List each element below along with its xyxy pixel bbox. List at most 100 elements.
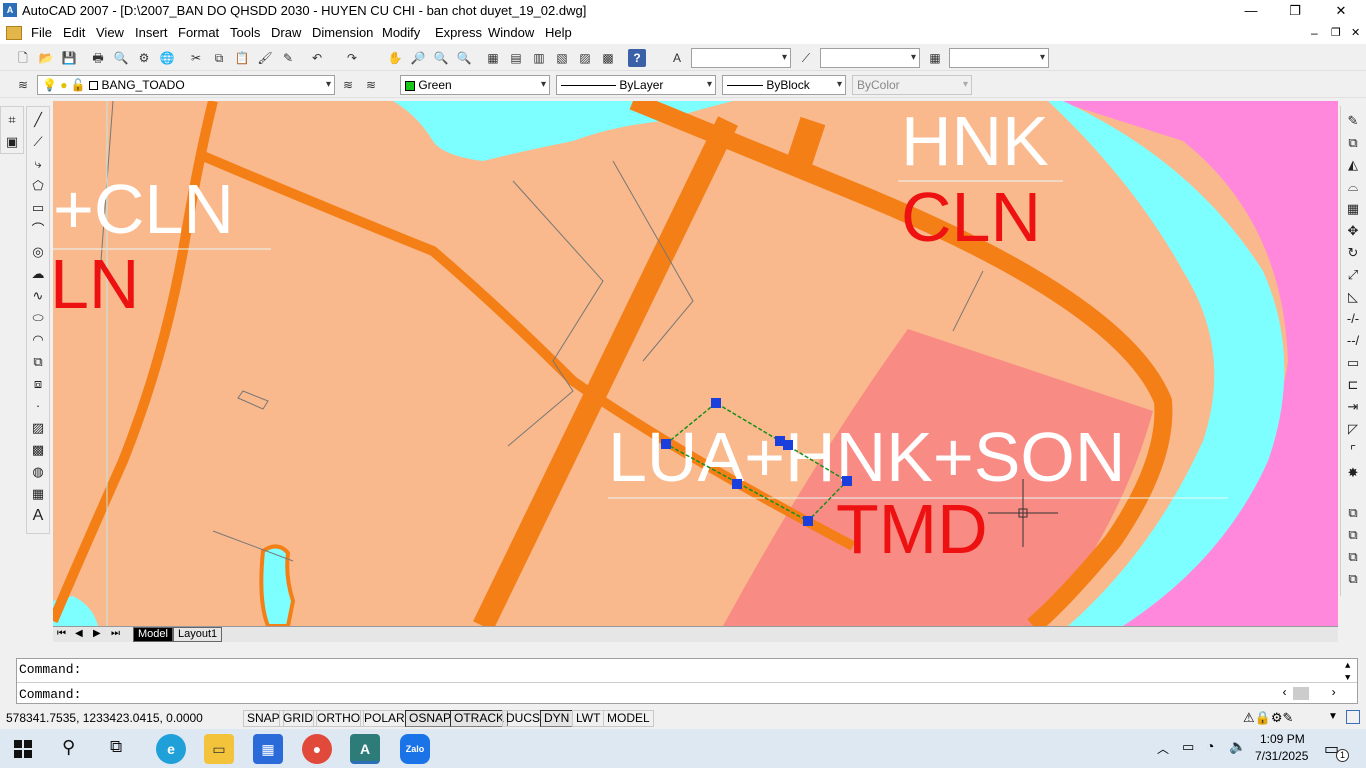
menu-window[interactable]: Window xyxy=(488,25,534,40)
tab-model[interactable]: Model xyxy=(133,627,173,642)
etransmit-icon[interactable]: 🌐 xyxy=(158,49,176,67)
zoom-window-icon[interactable]: 🔍 xyxy=(432,49,450,67)
table-icon[interactable]: ▦ xyxy=(29,485,47,503)
scroll-down-icon[interactable]: ▼ xyxy=(1345,673,1350,683)
calculator-icon[interactable]: ▩ xyxy=(599,49,617,67)
tab-prev-icon[interactable]: ◀ xyxy=(75,628,83,639)
sheet-set-icon[interactable]: ▧ xyxy=(553,49,571,67)
start-icon[interactable] xyxy=(14,740,32,758)
mirror-icon[interactable]: ◭ xyxy=(1344,156,1362,174)
snap-toggle[interactable]: SNAP xyxy=(243,710,284,727)
draworder-back-icon[interactable]: ⧉ xyxy=(1344,526,1362,544)
make-block-icon[interactable]: ⧈ xyxy=(29,375,47,393)
construction-line-icon[interactable]: ⟋ xyxy=(29,133,47,151)
draworder-under-icon[interactable]: ⧉ xyxy=(1344,570,1362,588)
battery-icon[interactable]: ▭ xyxy=(1182,739,1194,755)
insert-block-icon[interactable]: ⧉ xyxy=(29,353,47,371)
close-button[interactable]: ✕ xyxy=(1318,0,1364,22)
wifi-icon[interactable]: ◔ xyxy=(1206,738,1214,754)
gradient-icon[interactable]: ▩ xyxy=(29,441,47,459)
search-icon[interactable]: ⚲ xyxy=(62,737,75,758)
grid-toggle[interactable]: GRID xyxy=(279,710,317,727)
move-icon[interactable]: ✥ xyxy=(1344,222,1362,240)
osnap-toggle[interactable]: OSNAP xyxy=(405,710,456,727)
copy-icon[interactable]: ⧉ xyxy=(210,49,228,67)
ducs-toggle[interactable]: DUCS xyxy=(502,710,545,727)
task-view-icon[interactable]: ⧉ xyxy=(110,737,122,757)
match-properties-icon[interactable]: 🖌 xyxy=(256,49,274,67)
tab-last-icon[interactable]: ⏭ xyxy=(111,628,120,639)
ellipse-arc-icon[interactable]: ◠ xyxy=(29,331,47,349)
tray-chevron-icon[interactable]: ︿ xyxy=(1157,740,1169,757)
text-style-select[interactable]: ▾ xyxy=(691,48,791,68)
text-style-icon[interactable]: A xyxy=(668,49,686,67)
arc-icon[interactable]: ⌒ xyxy=(29,221,47,239)
color-select[interactable]: Green ▾ xyxy=(400,75,550,95)
autocad-icon[interactable]: A xyxy=(350,734,380,764)
erase-icon[interactable]: ✎ xyxy=(1344,112,1362,130)
make-current-layer-icon[interactable]: ≋ xyxy=(339,76,357,94)
fillet-icon[interactable]: ⌜ xyxy=(1344,442,1362,460)
linetype-select[interactable]: ByLayer ▾ xyxy=(556,75,716,95)
draworder-above-icon[interactable]: ⧉ xyxy=(1344,548,1362,566)
menu-file[interactable]: File xyxy=(31,25,52,40)
dim-style-select[interactable]: ▾ xyxy=(820,48,920,68)
rectangle-icon[interactable]: ▭ xyxy=(29,199,47,217)
offset-icon[interactable]: ⌓ xyxy=(1344,178,1362,196)
area-icon[interactable]: ▣ xyxy=(3,133,21,151)
trim-icon[interactable]: -/- xyxy=(1344,310,1362,328)
paste-icon[interactable]: 📋 xyxy=(233,49,251,67)
polar-toggle[interactable]: POLAR xyxy=(360,710,409,727)
restore-button[interactable]: ❐ xyxy=(1272,0,1318,22)
table-style-select[interactable]: ▾ xyxy=(949,48,1049,68)
save-icon[interactable]: 💾 xyxy=(60,49,78,67)
chrome-icon[interactable]: ● xyxy=(302,734,332,764)
document-icon[interactable] xyxy=(6,26,22,40)
doc-minimize-button[interactable]: – xyxy=(1311,26,1318,40)
edge-icon[interactable]: e xyxy=(156,734,186,764)
menu-view[interactable]: View xyxy=(96,25,124,40)
dim-style-icon[interactable]: ⟋ xyxy=(797,49,815,67)
layer-previous-icon[interactable]: ≋ xyxy=(362,76,380,94)
dyn-toggle[interactable]: DYN xyxy=(540,710,574,727)
menu-draw[interactable]: Draw xyxy=(271,25,301,40)
ortho-toggle[interactable]: ORTHO xyxy=(313,710,365,727)
design-center-icon[interactable]: ▤ xyxy=(507,49,525,67)
cut-icon[interactable]: ✂ xyxy=(187,49,205,67)
coordinates-display[interactable]: 578341.7535, 1233423.0415, 0.0000 xyxy=(6,711,203,725)
block-editor-icon[interactable]: ✎ xyxy=(279,49,297,67)
autocad-app-icon[interactable]: A xyxy=(3,3,17,17)
copy-object-icon[interactable]: ⧉ xyxy=(1344,134,1362,152)
menu-dimension[interactable]: Dimension xyxy=(312,25,373,40)
multiline-text-icon[interactable]: A xyxy=(29,507,47,525)
menu-express[interactable]: Express xyxy=(435,25,482,40)
explode-icon[interactable]: ✸ xyxy=(1344,464,1362,482)
zoom-realtime-icon[interactable]: 🔎 xyxy=(409,49,427,67)
plot-preview-icon[interactable]: 🔍 xyxy=(112,49,130,67)
hatch-icon[interactable]: ▨ xyxy=(29,419,47,437)
array-icon[interactable]: ▦ xyxy=(1344,200,1362,218)
region-icon[interactable]: ◍ xyxy=(29,463,47,481)
draworder-front-icon[interactable]: ⧉ xyxy=(1344,504,1362,522)
table-style-icon[interactable]: ▦ xyxy=(926,49,944,67)
rotate-icon[interactable]: ↻ xyxy=(1344,244,1362,262)
menu-edit[interactable]: Edit xyxy=(63,25,85,40)
undo-icon[interactable]: ↶ xyxy=(308,49,326,67)
minimize-button[interactable]: — xyxy=(1228,0,1274,22)
volume-icon[interactable]: 🔈 xyxy=(1229,738,1246,755)
polyline-icon[interactable]: ⤷ xyxy=(29,155,47,173)
horizontal-scrollbar-thumb[interactable] xyxy=(1293,687,1309,700)
help-icon[interactable]: ? xyxy=(628,49,646,67)
status-tray-icons[interactable]: ⚠🔒⚙✎ xyxy=(1243,710,1293,726)
open-icon[interactable]: 📂 xyxy=(37,49,55,67)
tool-palettes-icon[interactable]: ▥ xyxy=(530,49,548,67)
file-explorer-icon[interactable]: ▭ xyxy=(204,734,234,764)
zalo-icon[interactable]: Zalo xyxy=(400,734,430,764)
markup-icon[interactable]: ▨ xyxy=(576,49,594,67)
scroll-right-icon[interactable]: › xyxy=(1330,686,1337,700)
lwt-toggle[interactable]: LWT xyxy=(572,710,605,727)
clean-screen-icon[interactable] xyxy=(1346,710,1360,724)
stretch-icon[interactable]: ◺ xyxy=(1344,288,1362,306)
properties-icon[interactable]: ▦ xyxy=(484,49,502,67)
line-icon[interactable]: ╱ xyxy=(29,111,47,129)
